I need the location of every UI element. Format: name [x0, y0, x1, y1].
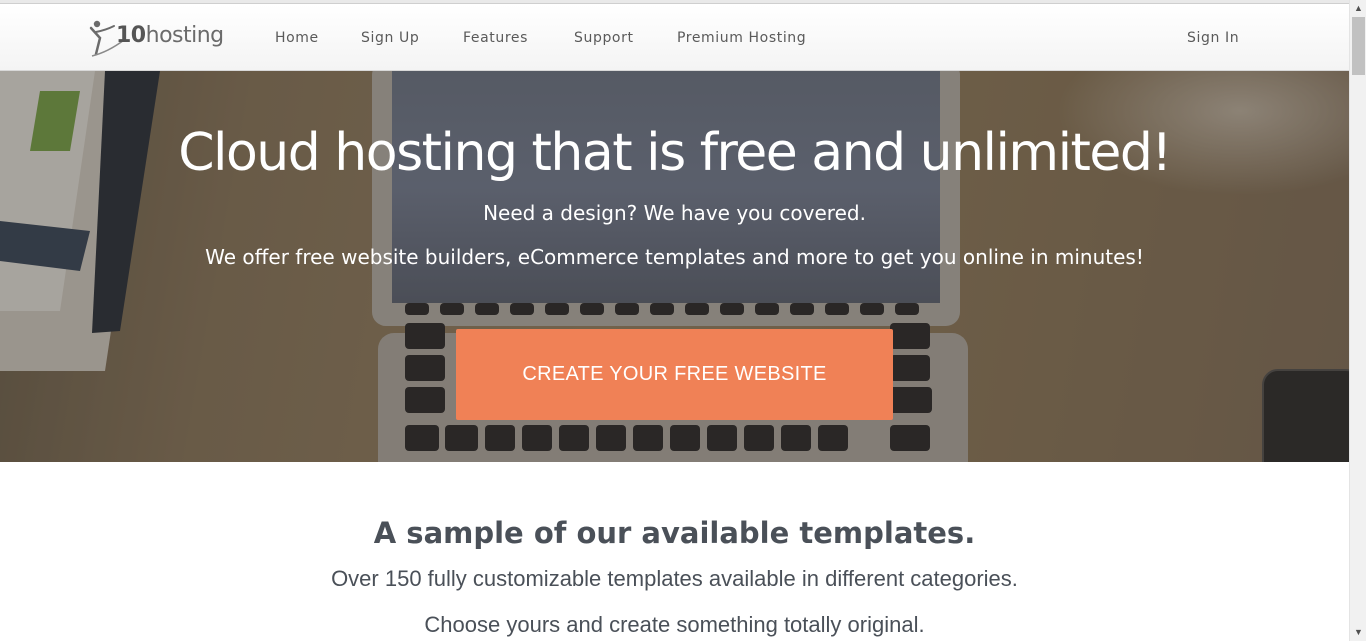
hero-section: Cloud hosting that is free and unlimited…	[0, 71, 1349, 462]
page-scrollbar[interactable]: ▲ ▼	[1349, 0, 1366, 641]
site-logo[interactable]: 10hosting	[88, 18, 224, 60]
scrollbar-thumb[interactable]	[1352, 17, 1365, 75]
hero-subtitle-design: Need a design? We have you covered.	[483, 201, 866, 225]
scroll-down-arrow-icon[interactable]: ▼	[1350, 624, 1366, 641]
nav-sign-in[interactable]: Sign In	[1187, 30, 1239, 46]
logo-wordmark: 10hosting	[116, 23, 224, 48]
nav-premium-hosting[interactable]: Premium Hosting	[677, 30, 806, 46]
site-navbar: 10hosting Home Sign Up Features Support …	[0, 4, 1349, 71]
templates-section-title: A sample of our available templates.	[373, 516, 976, 550]
create-free-website-button[interactable]: CREATE YOUR FREE WEBSITE	[456, 329, 893, 420]
templates-description: Over 150 fully customizable templates av…	[331, 566, 1018, 591]
hero-subtitle-builders: We offer free website builders, eCommerc…	[205, 245, 1144, 269]
scroll-up-arrow-icon[interactable]: ▲	[1350, 0, 1366, 17]
nav-home[interactable]: Home	[275, 30, 319, 46]
nav-support[interactable]: Support	[574, 30, 634, 46]
nav-sign-up[interactable]: Sign Up	[361, 30, 419, 46]
templates-tagline: Choose yours and create something totall…	[424, 612, 925, 637]
hero-title: Cloud hosting that is free and unlimited…	[178, 123, 1172, 183]
nav-features[interactable]: Features	[463, 30, 528, 46]
